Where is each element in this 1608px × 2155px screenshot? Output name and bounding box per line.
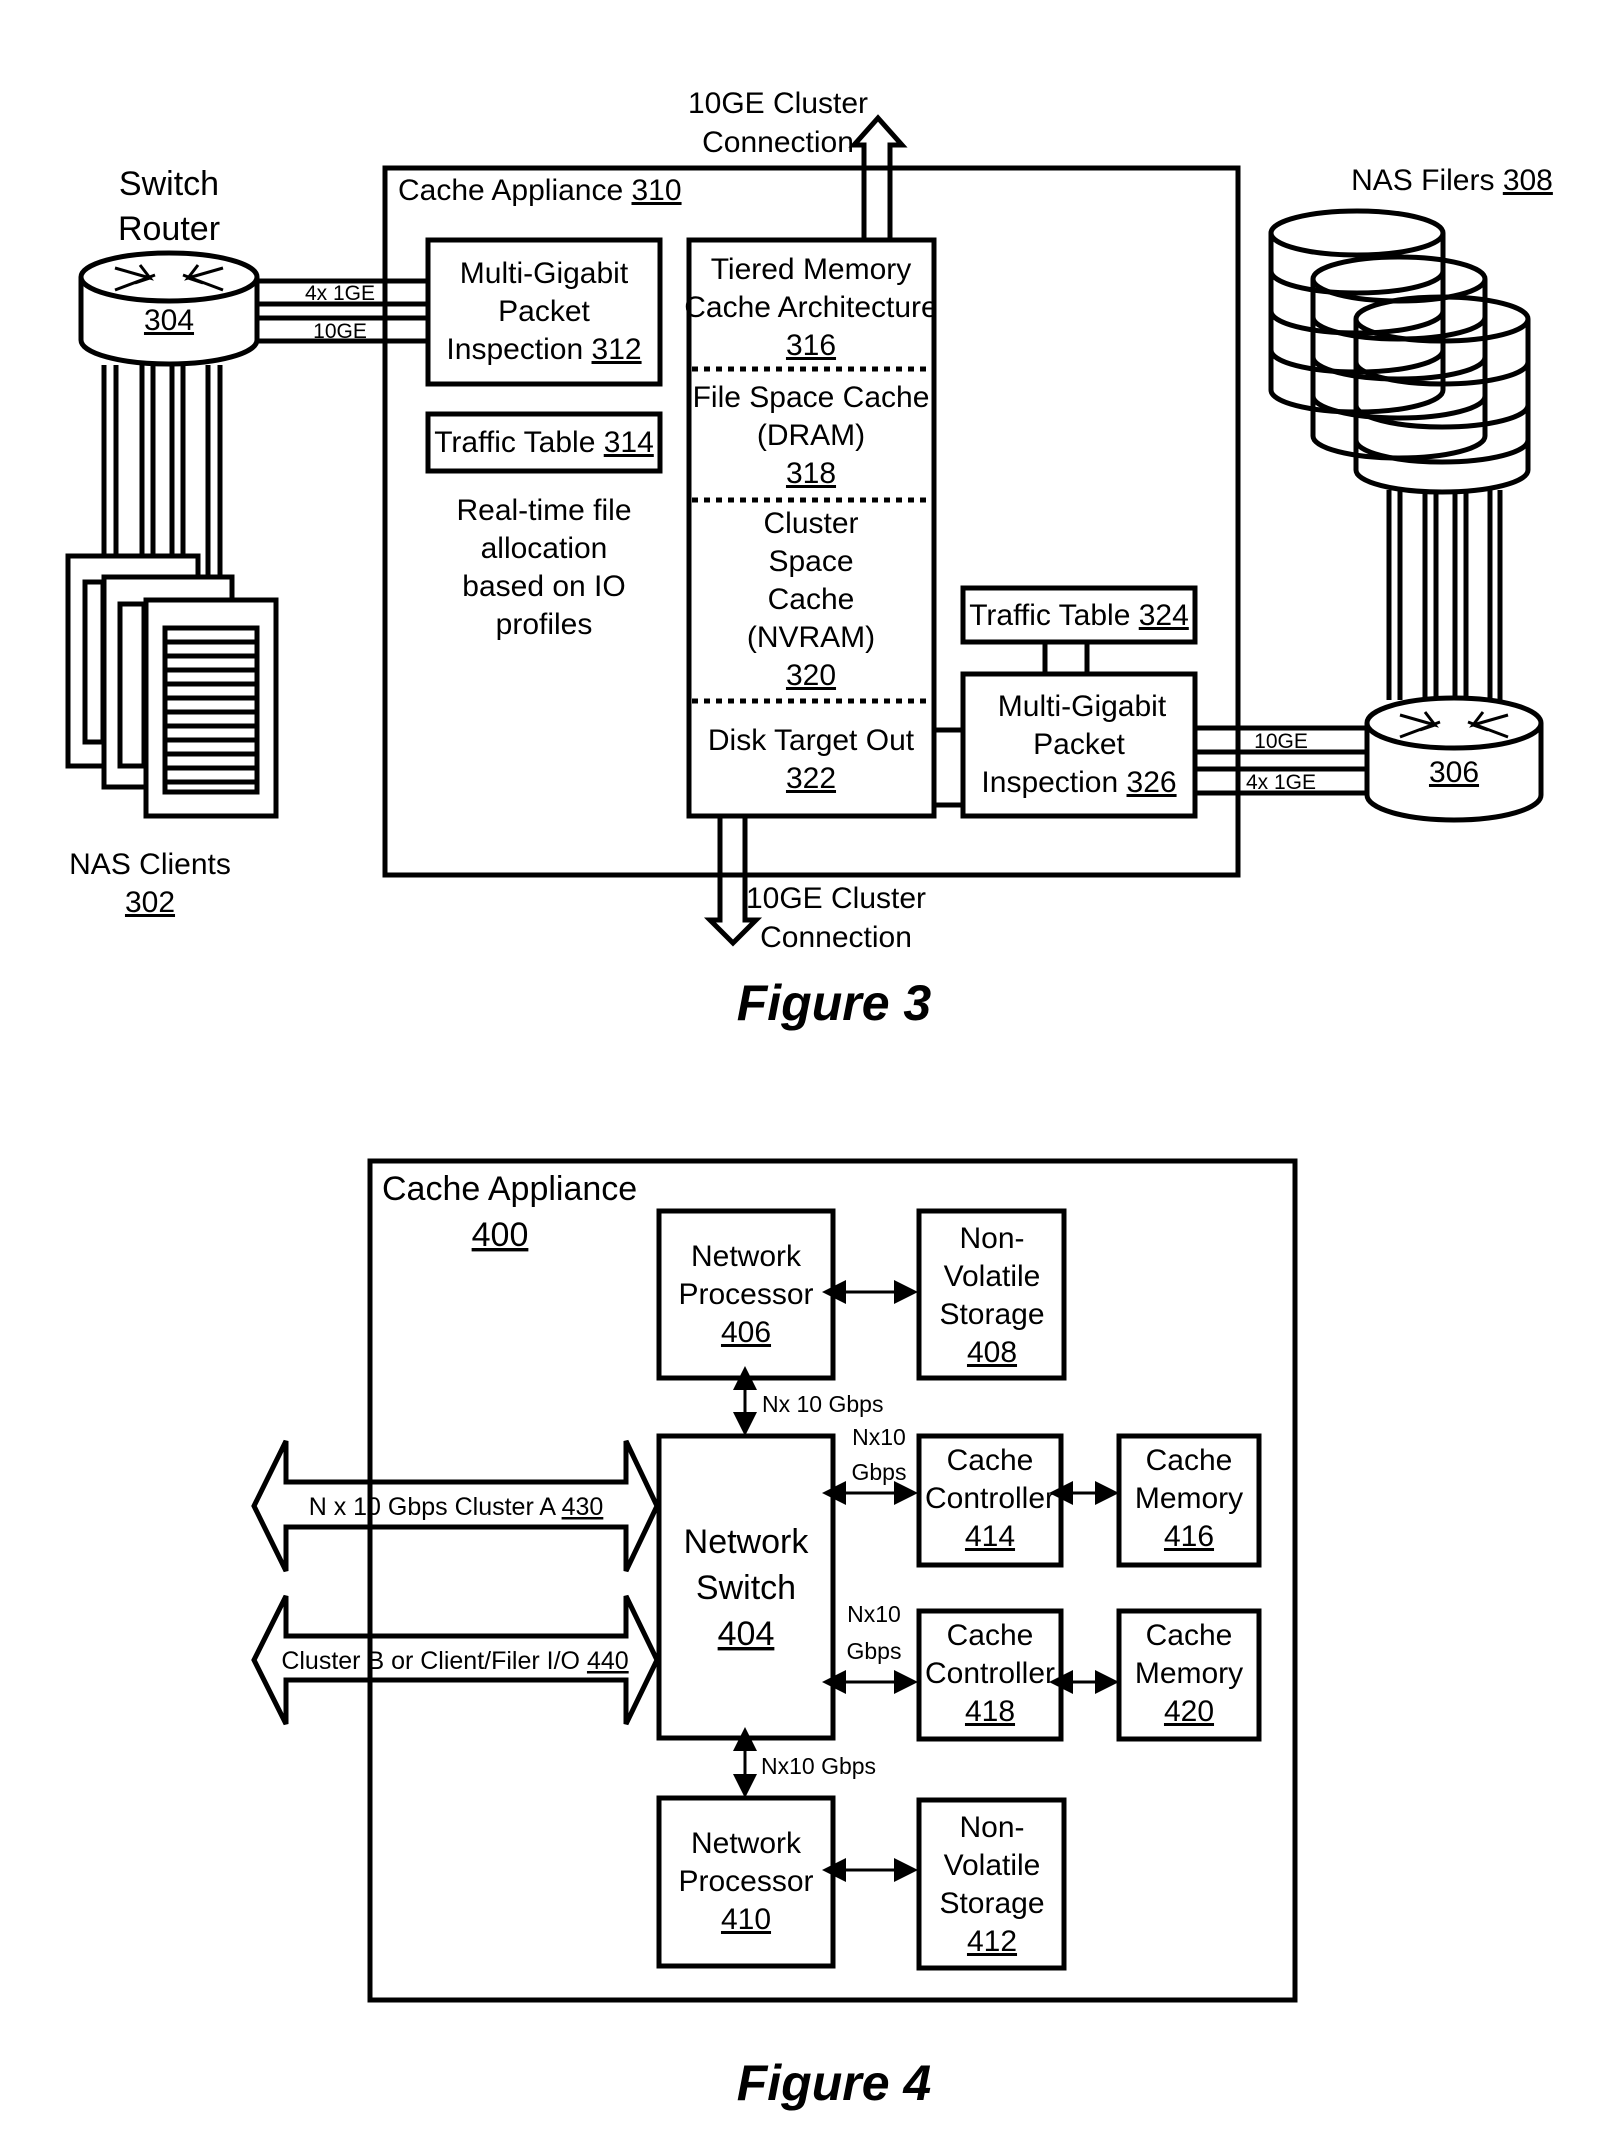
router-arrows-icon [1399,711,1509,739]
disk-target-out-line1: Disk Target Out [708,724,915,757]
realtime-note-3: based on IO [462,570,625,603]
cluster-connection-bottom-label-2: Connection [760,921,912,954]
mgpi-326-line2: Packet [1033,728,1125,761]
cluster-space-cache-ref: 320 [786,659,836,692]
cc418-line2: Controller [925,1657,1055,1690]
nvs412-ref: 412 [967,1925,1017,1958]
tiered-memory-ref: 316 [786,329,836,362]
nas-clients-label: NAS Clients [69,848,231,881]
cache-appliance-400-label: Cache Appliance [382,1170,637,1208]
cluster-a-430-label: N x 10 Gbps Cluster A 430 [309,1493,604,1521]
cluster-b-440-label: Cluster B or Client/Filer I/O 440 [281,1647,628,1675]
mgpi-312-line3: Inspection 312 [446,333,641,366]
switch-cc414-label-1: Nx10 [852,1424,906,1450]
mgpi-326-line3: Inspection 326 [981,766,1176,799]
tiered-memory-line1: Tiered Memory [711,253,912,286]
disk-target-out-ref: 322 [786,762,836,795]
link-10ge-right-label: 10GE [1254,730,1308,753]
nvs412-line2: Volatile [944,1849,1041,1882]
cm420-line2: Memory [1135,1657,1243,1690]
traffic-table-314-label: Traffic Table 314 [434,426,654,459]
nas-filers-label: NAS Filers 308 [1351,164,1553,197]
cache-appliance-310-label: Cache Appliance 310 [398,174,682,207]
link-4x1ge-left-label: 4x 1GE [305,282,375,305]
cache-appliance-400-ref: 400 [472,1216,529,1254]
router-304-ref: 304 [144,304,194,337]
cluster-connection-bottom-label-1: 10GE Cluster [746,882,926,915]
router-arrows-icon [114,264,224,292]
switch-router-label-1: Switch [119,165,219,203]
np410-ref: 410 [721,1903,771,1936]
patent-figures: Cache Appliance 310 10GE Cluster Connect… [65,87,1553,2111]
cm416-ref: 416 [1164,1520,1214,1553]
router-306-ref: 306 [1429,756,1479,789]
switch-cc414-label-2: Gbps [852,1459,907,1485]
realtime-note-1: Real-time file [456,494,631,527]
router-306: 306 [1364,695,1544,823]
switch-np410-link-label: Nx10 Gbps [761,1753,876,1779]
cluster-connection-top-label-2: Connection [702,126,854,159]
mgpi-326-line1: Multi-Gigabit [998,690,1167,723]
nvs408-line3: Storage [939,1298,1044,1331]
cluster-space-cache-line3: Cache [768,583,855,616]
cluster-connection-top-label-1: 10GE Cluster [688,87,868,120]
cc418-ref: 418 [965,1695,1015,1728]
nas-filers-308-icon [1268,208,1531,495]
switch404-line1: Network [684,1523,810,1561]
figure-3: Cache Appliance 310 10GE Cluster Connect… [65,87,1553,1031]
figure-3-caption: Figure 3 [737,975,932,1031]
switch404-ref: 404 [718,1615,775,1653]
cluster-space-cache-line4: (NVRAM) [747,621,875,654]
cm416-line2: Memory [1135,1482,1243,1515]
np410-line2: Processor [678,1865,813,1898]
np406-ref: 406 [721,1316,771,1349]
tiered-memory-line2: Cache Architecture [684,291,937,324]
file-space-cache-line2: (DRAM) [757,419,865,452]
client-links [101,365,223,580]
switch-router-label-2: Router [118,210,220,248]
switch-cc418-label-2: Gbps [847,1638,902,1664]
cc414-line2: Controller [925,1482,1055,1515]
traffic-table-324-label: Traffic Table 324 [969,599,1189,632]
nvs412-line3: Storage [939,1887,1044,1920]
nas-clients-302-icon [65,553,279,819]
mgpi-312-line2: Packet [498,295,590,328]
figure-4: Cache Appliance 400 Network Processor 40… [251,1158,1298,2111]
switch-cc418-label-1: Nx10 [847,1601,901,1627]
link-10ge-left-label: 10GE [313,320,367,343]
cluster-space-cache-line1: Cluster [763,507,858,540]
cm420-line1: Cache [1146,1619,1233,1652]
cc414-line1: Cache [947,1444,1034,1477]
figure-4-caption: Figure 4 [737,2055,931,2111]
np406-line1: Network [691,1240,802,1273]
realtime-note-4: profiles [496,608,593,641]
nvs408-line2: Volatile [944,1260,1041,1293]
filer-links [1386,490,1503,700]
nas-clients-ref: 302 [125,886,175,919]
nvs408-ref: 408 [967,1336,1017,1369]
np410-line1: Network [691,1827,802,1860]
cc414-ref: 414 [965,1520,1015,1553]
switch404-line2: Switch [696,1569,796,1607]
cm420-ref: 420 [1164,1695,1214,1728]
cluster-space-cache-line2: Space [768,545,853,578]
cm416-line1: Cache [1146,1444,1233,1477]
np406-line2: Processor [678,1278,813,1311]
nvs412-line1: Non- [959,1811,1024,1844]
file-space-cache-ref: 318 [786,457,836,490]
mgpi-312-line1: Multi-Gigabit [460,257,629,290]
np406-switch-link-label: Nx 10 Gbps [762,1391,883,1417]
switch-router-304: Switch Router 304 [78,165,260,367]
realtime-note-2: allocation [481,532,608,565]
file-space-cache-line1: File Space Cache [693,381,930,414]
link-4x1ge-right-label: 4x 1GE [1246,771,1316,794]
nvs408-line1: Non- [959,1222,1024,1255]
cc418-line1: Cache [947,1619,1034,1652]
